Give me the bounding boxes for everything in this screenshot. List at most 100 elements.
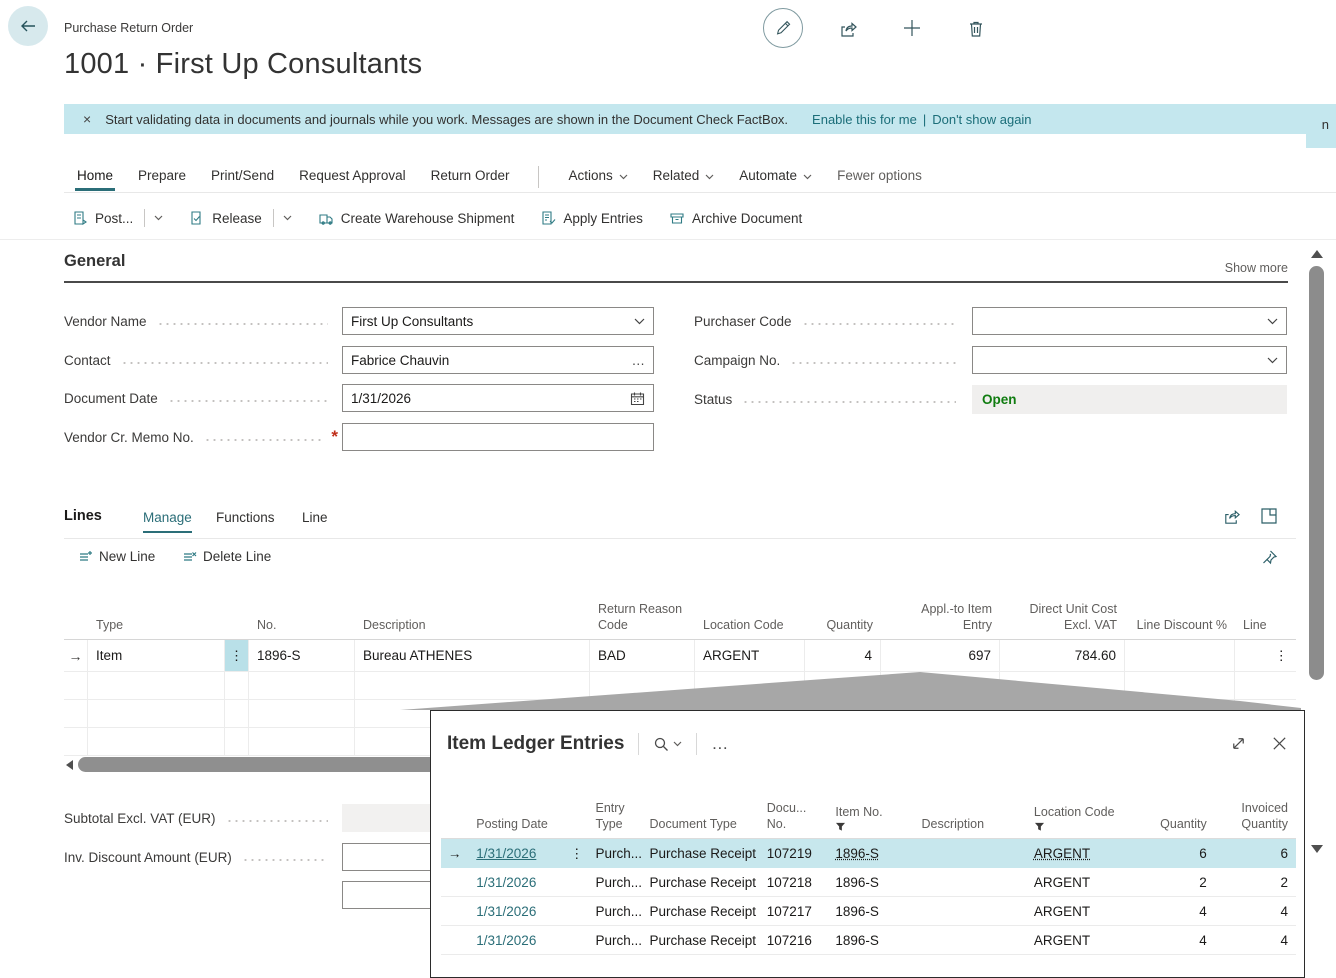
- cell-location-code[interactable]: ARGENT: [1026, 897, 1138, 925]
- lines-tab-functions[interactable]: Functions: [216, 510, 275, 525]
- lines-share-icon[interactable]: [1222, 507, 1241, 526]
- cell-posting-date[interactable]: 1/31/2026: [468, 926, 566, 954]
- cell-document-type[interactable]: Purchase Receipt: [641, 839, 758, 868]
- chevron-down-icon[interactable]: [154, 215, 163, 221]
- cell-document-no[interactable]: 107218: [759, 868, 828, 896]
- cell-document-type[interactable]: Purchase Receipt: [641, 868, 758, 896]
- cell-item-no[interactable]: 1896-S: [827, 926, 913, 954]
- vendor-cr-memo-field[interactable]: [342, 423, 654, 451]
- cell-no[interactable]: 1896-S: [249, 640, 355, 671]
- ledger-row[interactable]: 1/31/2026 Purch... Purchase Receipt 1072…: [441, 926, 1296, 955]
- cell-document-no[interactable]: 107217: [759, 897, 828, 925]
- row-context-menu-icon[interactable]: ⋮: [566, 839, 587, 868]
- tab-return-order[interactable]: Return Order: [429, 162, 512, 191]
- col-document-no[interactable]: Docu... No.: [759, 791, 828, 838]
- dont-show-again-link[interactable]: Don't show again: [932, 112, 1031, 127]
- col-line-discount[interactable]: Line Discount %: [1125, 595, 1235, 639]
- lines-tab-line[interactable]: Line: [302, 510, 328, 525]
- enable-this-link[interactable]: Enable this for me: [812, 112, 917, 127]
- col-return-reason-code[interactable]: Return Reason Code: [590, 595, 695, 639]
- col-description[interactable]: Description: [914, 791, 1026, 838]
- cell-quantity[interactable]: 4: [1138, 926, 1214, 954]
- pin-icon[interactable]: [1260, 549, 1278, 567]
- ledger-row-selected[interactable]: → 1/31/2026 ⋮ Purch... Purchase Receipt …: [441, 839, 1296, 868]
- campaign-no-field[interactable]: [972, 346, 1287, 374]
- col-quantity[interactable]: Quantity: [1138, 791, 1214, 838]
- cell-line-discount[interactable]: [1125, 640, 1235, 671]
- delete-line-button[interactable]: Delete Line: [182, 549, 271, 564]
- apply-entries-button[interactable]: Apply Entries: [540, 210, 643, 226]
- cell-description[interactable]: [914, 839, 1026, 868]
- cell-quantity[interactable]: 6: [1138, 839, 1214, 868]
- general-section-title[interactable]: General: [64, 252, 125, 271]
- cell-entry-type[interactable]: Purch...: [588, 897, 642, 925]
- cell-return-reason[interactable]: BAD: [590, 640, 695, 671]
- col-direct-unit-cost[interactable]: Direct Unit Cost Excl. VAT: [1000, 595, 1125, 639]
- vscroll-up-arrow[interactable]: [1311, 250, 1323, 258]
- col-quantity[interactable]: Quantity: [805, 595, 881, 639]
- tab-request-approval[interactable]: Request Approval: [297, 162, 408, 191]
- cell-document-no[interactable]: 107219: [759, 839, 828, 868]
- chevron-down-icon[interactable]: [1267, 318, 1278, 325]
- menu-automate[interactable]: Automate: [737, 162, 814, 191]
- menu-related[interactable]: Related: [651, 162, 717, 191]
- cell-posting-date[interactable]: 1/31/2026: [468, 839, 566, 868]
- cell-item-no[interactable]: 1896-S: [827, 839, 913, 868]
- popup-expand-icon[interactable]: [1230, 735, 1247, 752]
- col-posting-date[interactable]: Posting Date: [468, 791, 566, 838]
- cell-entry-type[interactable]: Purch...: [588, 868, 642, 896]
- vscroll-thumb[interactable]: [1309, 266, 1324, 680]
- col-appl-to-item-entry[interactable]: Appl.-to Item Entry: [881, 595, 1000, 639]
- vendor-name-field[interactable]: First Up Consultants: [342, 307, 654, 335]
- cell-location-code[interactable]: ARGENT: [1026, 926, 1138, 954]
- cell-posting-date[interactable]: 1/31/2026: [468, 897, 566, 925]
- cell-entry-type[interactable]: Purch...: [588, 926, 642, 954]
- cell-quantity[interactable]: 4: [1138, 897, 1214, 925]
- delete-button[interactable]: [964, 17, 988, 41]
- col-item-no[interactable]: Item No.: [827, 791, 913, 838]
- cell-quantity[interactable]: 4: [805, 640, 881, 671]
- cell-entry-type[interactable]: Purch...: [588, 839, 642, 868]
- vscroll-down-arrow[interactable]: [1311, 845, 1323, 853]
- popup-search-button[interactable]: [653, 736, 682, 752]
- cell-location[interactable]: ARGENT: [695, 640, 805, 671]
- show-more-link[interactable]: Show more: [1225, 261, 1288, 275]
- popup-close-icon[interactable]: [1271, 735, 1288, 752]
- col-invoiced-quantity[interactable]: Invoiced Quantity: [1215, 791, 1296, 838]
- cell-type[interactable]: Item: [88, 640, 225, 671]
- edit-button[interactable]: [763, 8, 803, 48]
- lines-section-title[interactable]: Lines: [64, 508, 102, 524]
- col-document-type[interactable]: Document Type: [641, 791, 758, 838]
- cell-appl-to-item-entry[interactable]: 697: [881, 640, 1000, 671]
- chevron-down-icon[interactable]: [1267, 357, 1278, 364]
- back-button[interactable]: [8, 6, 48, 46]
- cell-description[interactable]: Bureau ATHENES: [355, 640, 590, 671]
- new-button[interactable]: [900, 16, 924, 40]
- cell-posting-date[interactable]: 1/31/2026: [468, 868, 566, 896]
- new-line-button[interactable]: New Line: [78, 549, 155, 564]
- cell-location-code[interactable]: ARGENT: [1026, 839, 1138, 868]
- menu-actions[interactable]: Actions: [566, 162, 629, 191]
- col-line[interactable]: Line: [1235, 595, 1296, 639]
- ellipsis-lookup-icon[interactable]: …: [632, 353, 646, 368]
- cell-unit-cost[interactable]: 784.60: [1000, 640, 1125, 671]
- share-button[interactable]: [836, 17, 860, 41]
- cell-invoiced-quantity[interactable]: 4: [1215, 926, 1296, 954]
- ledger-row[interactable]: 1/31/2026 Purch... Purchase Receipt 1072…: [441, 868, 1296, 897]
- release-button[interactable]: Release: [189, 209, 292, 227]
- hscroll-left-arrow[interactable]: [66, 760, 73, 770]
- purchaser-code-field[interactable]: [972, 307, 1287, 335]
- notification-close-icon[interactable]: ×: [83, 111, 91, 127]
- cell-location-code[interactable]: ARGENT: [1026, 868, 1138, 896]
- contact-field[interactable]: Fabrice Chauvin …: [342, 346, 654, 374]
- row-context-menu-icon[interactable]: ⋮: [225, 640, 249, 671]
- lines-expand-icon[interactable]: [1260, 507, 1278, 525]
- cell-description[interactable]: [914, 868, 1026, 896]
- cell-item-no[interactable]: 1896-S: [827, 868, 913, 896]
- col-entry-type[interactable]: Entry Type: [588, 791, 642, 838]
- tab-prepare[interactable]: Prepare: [136, 162, 188, 191]
- cell-invoiced-quantity[interactable]: 4: [1215, 897, 1296, 925]
- tab-home[interactable]: Home: [75, 162, 115, 191]
- chevron-down-icon[interactable]: [283, 215, 292, 221]
- cell-quantity[interactable]: 2: [1138, 868, 1214, 896]
